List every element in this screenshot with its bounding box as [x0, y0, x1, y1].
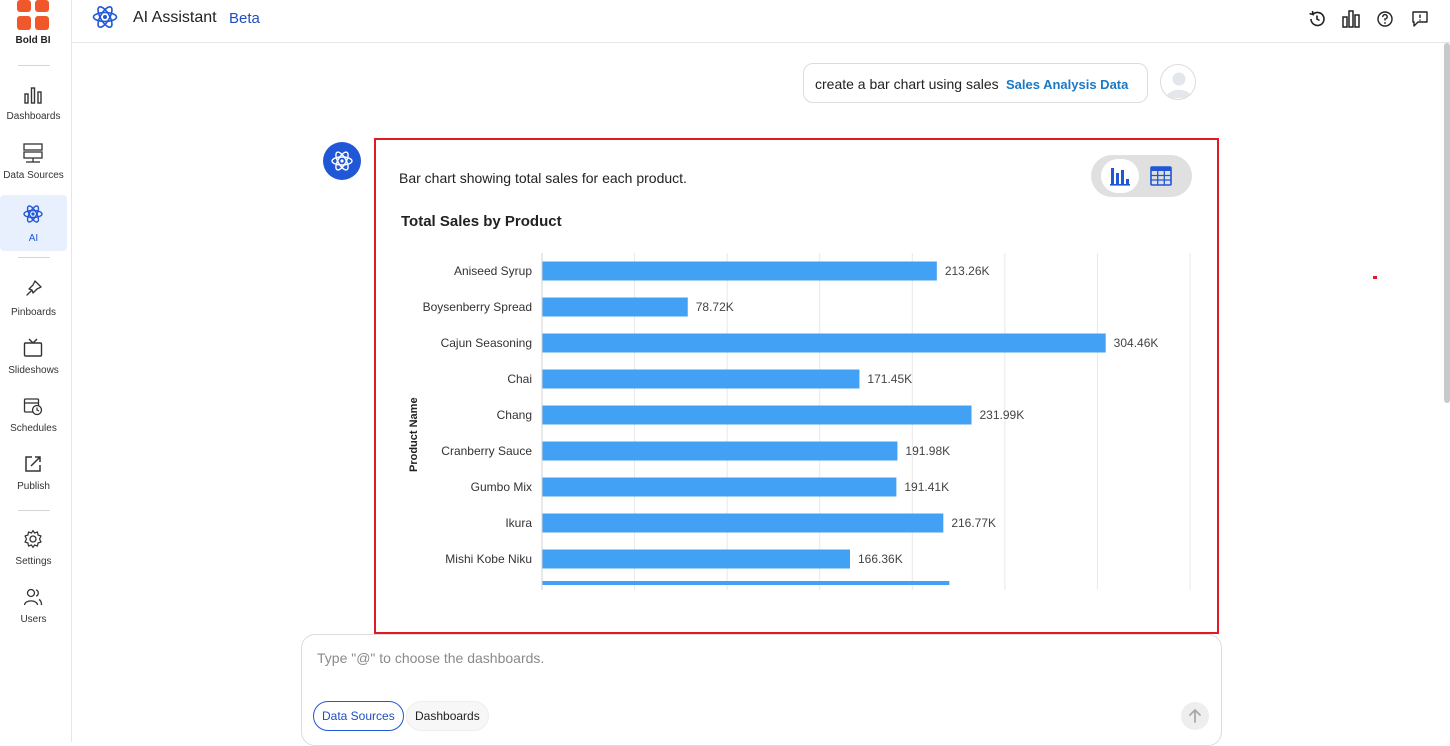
logo-text: Bold BI — [15, 35, 51, 46]
data-label: 78.72K — [696, 300, 734, 314]
response-text: Bar chart showing total sales for each p… — [399, 170, 687, 186]
sidebar-item-settings[interactable]: Settings — [0, 529, 67, 585]
sidebar-item-label: Schedules — [10, 423, 57, 434]
data-label: 213.26K — [945, 264, 990, 278]
sidebar-item-label: Publish — [17, 481, 50, 492]
sidebar-item-label: Users — [20, 614, 47, 625]
ai-icon — [23, 205, 43, 223]
category-label: Ikura — [505, 516, 532, 530]
beta-badge: Beta — [229, 10, 260, 27]
category-label: Aniseed Syrup — [454, 264, 532, 278]
chart-title: Total Sales by Product — [401, 213, 562, 230]
data-label: 166.36K — [858, 552, 903, 566]
category-label: Cranberry Sauce — [441, 444, 532, 458]
user-message: create a bar chart using sales Sales Ana… — [803, 63, 1148, 103]
sidebar-item-users[interactable]: Users — [0, 587, 67, 643]
ai-assistant-icon — [92, 5, 118, 29]
bar[interactable] — [542, 261, 937, 281]
bar-chart-icon — [1110, 168, 1130, 186]
users-icon — [23, 588, 43, 606]
chart-view-button[interactable] — [1101, 159, 1139, 193]
bar[interactable] — [542, 549, 851, 569]
bar-chart: Aniseed Syrup 213.26K Boysenberry Spread 78… — [396, 250, 1196, 595]
chart-icon[interactable] — [1342, 10, 1360, 28]
marker-dot — [1373, 276, 1377, 279]
chat-input[interactable]: Type "@" to choose the dashboards. Data … — [301, 634, 1222, 746]
sidebar-item-data-sources[interactable]: Data Sources — [0, 143, 67, 199]
ai-response-card: Bar chart showing total sales for each p… — [374, 138, 1219, 634]
bar[interactable] — [542, 297, 688, 317]
gear-icon — [24, 529, 42, 549]
bold-bi-logo[interactable] — [17, 0, 49, 30]
sidebar-item-label: Dashboards — [6, 111, 61, 122]
slideshow-icon — [23, 338, 43, 357]
sidebar: Bold BI Dashboards Data Sources AI Pinbo… — [0, 0, 72, 742]
input-placeholder: Type "@" to choose the dashboards. — [317, 650, 545, 666]
ai-icon — [331, 151, 353, 171]
category-label: Mishi Kobe Niku — [445, 552, 532, 566]
bar[interactable] — [542, 581, 950, 585]
category-label: Boysenberry Spread — [423, 300, 532, 314]
schedule-icon — [23, 398, 43, 416]
sidebar-item-label: AI — [28, 233, 39, 244]
table-view-icon[interactable] — [1149, 164, 1173, 188]
sidebar-divider — [18, 510, 50, 511]
arrow-up-icon — [1189, 709, 1201, 723]
publish-icon — [25, 456, 41, 472]
sidebar-item-publish[interactable]: Publish — [0, 454, 67, 510]
sidebar-divider — [18, 65, 50, 66]
dashboards-chip[interactable]: Dashboards — [406, 701, 489, 731]
sidebar-item-dashboards[interactable]: Dashboards — [0, 85, 67, 141]
sidebar-divider — [18, 257, 50, 258]
sidebar-item-label: Pinboards — [10, 307, 57, 318]
data-source-mention[interactable]: Sales Analysis Data — [1006, 77, 1128, 92]
bar[interactable] — [542, 513, 944, 533]
view-toggle — [1091, 155, 1192, 197]
bar[interactable] — [542, 369, 860, 389]
dashboards-icon — [24, 87, 42, 104]
data-label: 191.41K — [904, 480, 949, 494]
sidebar-item-ai[interactable]: AI — [0, 195, 67, 251]
bar[interactable] — [542, 477, 897, 497]
sidebar-item-slideshows[interactable]: Slideshows — [0, 338, 67, 394]
pin-icon — [26, 280, 42, 296]
sidebar-item-pinboards[interactable]: Pinboards — [0, 279, 67, 335]
data-label: 231.99K — [980, 408, 1025, 422]
feedback-icon[interactable] — [1411, 10, 1429, 28]
user-message-text: create a bar chart using sales — [815, 76, 999, 92]
sidebar-item-schedules[interactable]: Schedules — [0, 396, 67, 452]
category-label: Chang — [497, 408, 532, 422]
data-sources-icon — [23, 143, 43, 163]
data-label: 304.46K — [1114, 336, 1159, 350]
category-label: Chai — [507, 372, 532, 386]
data-label: 171.45K — [867, 372, 912, 386]
category-label: Gumbo Mix — [471, 480, 532, 494]
avatar — [1160, 64, 1196, 100]
data-sources-chip[interactable]: Data Sources — [313, 701, 404, 731]
header: AI Assistant Beta — [72, 0, 1450, 43]
bar[interactable] — [542, 441, 898, 461]
category-label: Cajun Seasoning — [441, 336, 532, 350]
sidebar-item-label: Settings — [15, 556, 52, 567]
sidebar-item-label: Data Sources — [3, 170, 64, 181]
bar-chart-svg: Aniseed Syrup 213.26K Boysenberry Spread 78… — [423, 253, 1191, 590]
sidebar-item-label: Slideshows — [8, 365, 59, 376]
help-icon[interactable] — [1376, 10, 1394, 28]
bar[interactable] — [542, 333, 1106, 353]
bar[interactable] — [542, 405, 972, 425]
scrollbar[interactable] — [1444, 43, 1450, 403]
ai-avatar — [323, 142, 361, 180]
history-icon[interactable] — [1308, 10, 1326, 28]
data-label: 191.98K — [905, 444, 950, 458]
send-button[interactable] — [1181, 702, 1209, 730]
y-axis-label: Product Name — [408, 397, 420, 472]
page-title: AI Assistant — [133, 9, 217, 26]
data-label: 216.77K — [951, 516, 996, 530]
user-avatar-icon — [1166, 72, 1192, 98]
